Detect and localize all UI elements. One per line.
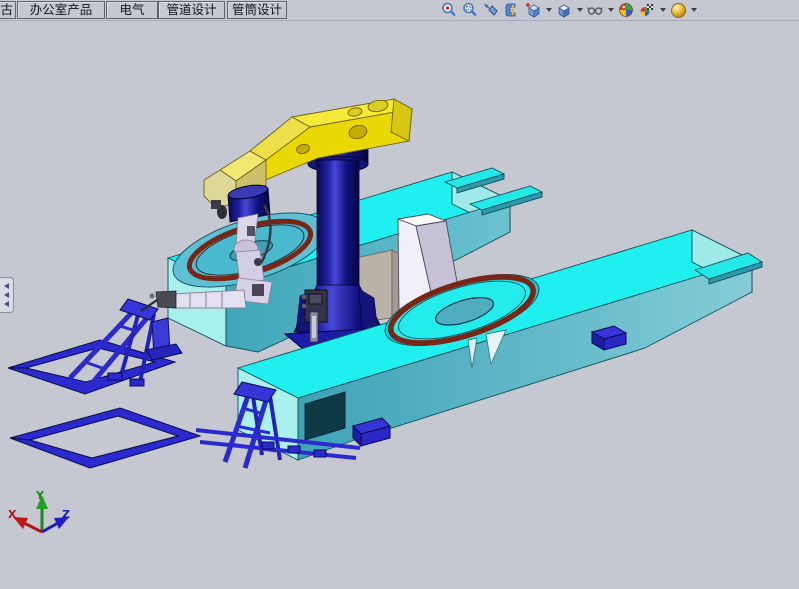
chevron-left-icon <box>4 283 9 289</box>
chevron-left-icon <box>4 292 9 298</box>
y-axis-label: Y <box>35 489 45 502</box>
section-view-icon[interactable] <box>503 1 521 19</box>
edit-appearance-icon[interactable] <box>617 1 635 19</box>
dropdown-arrow[interactable] <box>576 1 583 19</box>
apply-scene-icon[interactable] <box>638 1 656 19</box>
previous-view-icon[interactable] <box>482 1 500 19</box>
tab-electrical[interactable]: 电气 <box>106 1 158 19</box>
tab-piping-design[interactable]: 管道设计 <box>158 1 225 19</box>
tab-tubing-design[interactable]: 管筒设计 <box>227 1 287 19</box>
hide-show-items-icon[interactable] <box>586 1 604 19</box>
tab-office-products[interactable]: 办公室产品 <box>17 1 105 19</box>
dropdown-arrow[interactable] <box>607 1 614 19</box>
dropdown-arrow[interactable] <box>690 1 697 19</box>
view-orientation-icon[interactable] <box>524 1 542 19</box>
view-settings-icon[interactable] <box>669 1 687 19</box>
feature-panel-expand-button[interactable] <box>0 277 14 313</box>
command-manager-toolbar: 古 办公室产品 电气 管道设计 管筒设计 <box>0 0 799 21</box>
x-axis-label: X <box>8 508 17 521</box>
zoom-to-area-icon[interactable] <box>461 1 479 19</box>
viewport-3d[interactable]: Y X Z <box>0 0 799 589</box>
chevron-left-icon <box>4 301 9 307</box>
zoom-to-fit-icon[interactable] <box>440 1 458 19</box>
trestle-back[interactable] <box>8 299 175 394</box>
heads-up-view-toolbar <box>440 0 697 20</box>
orientation-triad: Y X Z <box>8 489 70 532</box>
dropdown-arrow[interactable] <box>545 1 552 19</box>
tab-partial[interactable]: 古 <box>0 1 16 19</box>
welding-torch[interactable] <box>141 291 176 311</box>
dropdown-arrow[interactable] <box>659 1 666 19</box>
display-style-icon[interactable] <box>555 1 573 19</box>
z-axis-label: Z <box>62 508 70 521</box>
